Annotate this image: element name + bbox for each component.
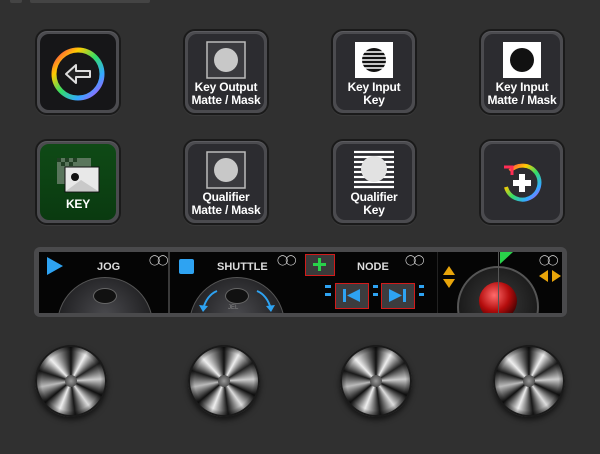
- knob-1[interactable]: [35, 345, 107, 417]
- prev-node-button[interactable]: [335, 283, 369, 309]
- qualifier-key-label-2: Key: [363, 203, 385, 217]
- key-input-matte-label-2: Matte / Mask: [487, 93, 557, 107]
- stop-icon[interactable]: [179, 259, 194, 274]
- color-ring-back-icon: [51, 47, 105, 101]
- control-strip: JOG ◯◯ SHUTTLE ◯◯ JEL NODE ◯◯ ◯◯: [34, 247, 567, 317]
- play-icon[interactable]: [47, 257, 63, 275]
- skip-previous-icon: [343, 289, 360, 302]
- green-flag-icon: [500, 252, 513, 264]
- qualifier-matte-label-2: Matte / Mask: [191, 203, 261, 217]
- knob-3[interactable]: [340, 345, 412, 417]
- knob-2[interactable]: [188, 345, 260, 417]
- key-input-key-label-2: Key: [363, 93, 385, 107]
- node-rings-icon: ◯◯: [405, 255, 424, 266]
- qualifier-key-button[interactable]: Qualifier Key: [331, 139, 417, 225]
- jog-rings-icon: ◯◯: [149, 255, 168, 266]
- key-layer-icon: [57, 158, 100, 193]
- add-node-button[interactable]: [305, 254, 335, 276]
- matte-square-icon: [206, 41, 246, 79]
- key-input-key-button[interactable]: Key Input Key: [331, 29, 417, 115]
- key-label: KEY: [65, 197, 91, 211]
- back-button[interactable]: [35, 29, 121, 115]
- jog-wheel[interactable]: [57, 277, 153, 313]
- divider: [168, 252, 170, 313]
- matte-inverted-icon: [503, 42, 541, 78]
- trackball-rings-icon: ◯◯: [539, 255, 558, 266]
- strip-display: JOG ◯◯ SHUTTLE ◯◯ JEL NODE ◯◯ ◯◯: [39, 252, 562, 313]
- key-input-matte-button[interactable]: Key Input Matte / Mask: [479, 29, 565, 115]
- next-node-button[interactable]: [381, 283, 415, 309]
- key-button[interactable]: KEY: [35, 139, 121, 225]
- key-output-matte-button[interactable]: Key Output Matte / Mask: [183, 29, 269, 115]
- skip-next-icon: [389, 289, 406, 302]
- trackball-divider: [498, 252, 499, 313]
- qualifier-matte-button[interactable]: Qualifier Matte / Mask: [183, 139, 269, 225]
- qualifier-matte-icon: [206, 151, 246, 189]
- qualifier-key-icon: [354, 150, 394, 189]
- top-edge: [0, 0, 600, 6]
- up-down-arrow-icon: [443, 266, 455, 288]
- key-lines-icon: [355, 42, 393, 78]
- color-undo-plus-icon: [504, 163, 542, 202]
- knob-4[interactable]: [493, 345, 565, 417]
- shuttle-label: SHUTTLE: [217, 261, 268, 273]
- shuttle-rings-icon: ◯◯: [277, 255, 296, 266]
- key-output-label-2: Matte / Mask: [191, 93, 261, 107]
- node-label: NODE: [357, 261, 389, 273]
- add-node-reset-button[interactable]: [479, 139, 565, 225]
- shuttle-arrows-icon: [199, 290, 275, 312]
- jog-label: JOG: [97, 261, 121, 273]
- left-right-arrow-icon: [539, 270, 561, 282]
